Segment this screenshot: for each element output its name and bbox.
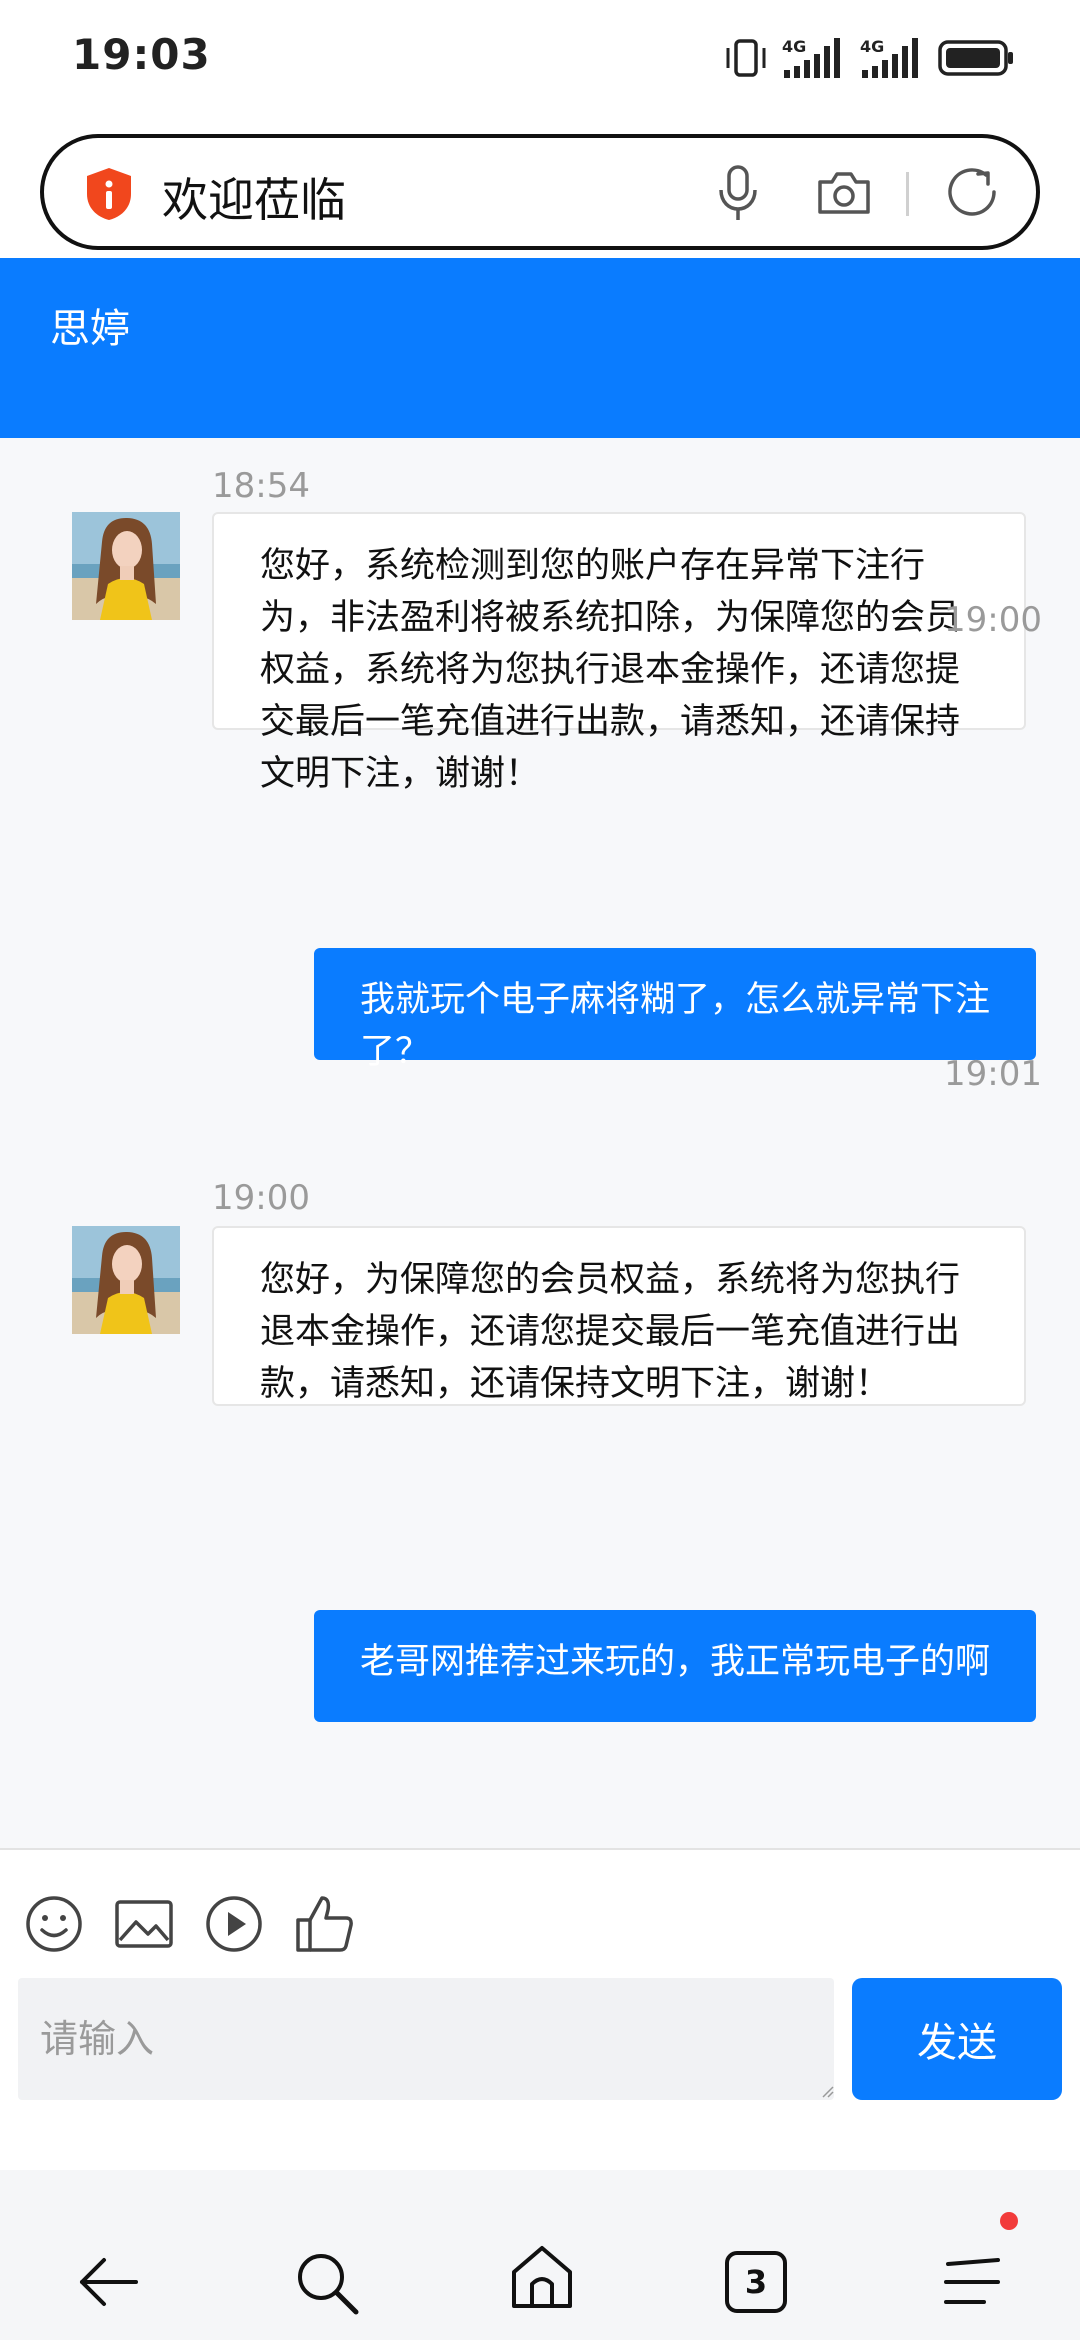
resize-grip-icon[interactable] — [822, 2086, 834, 2098]
signal-4g-icon-1: 4G — [782, 37, 840, 78]
address-divider — [906, 172, 909, 216]
message-list[interactable]: 18:54 您好，系统检测到您的账户存在异常下注行为，非法盈利将被系统扣除，为保… — [0, 438, 1080, 1848]
message-time: 19:01 — [944, 1054, 1042, 1094]
vibrate-icon — [726, 39, 766, 77]
back-arrow-icon[interactable] — [76, 2250, 140, 2314]
network-label-2: 4G — [860, 37, 884, 56]
avatar[interactable] — [72, 1226, 180, 1334]
notification-dot — [1000, 2212, 1018, 2230]
avatar-image — [72, 1226, 180, 1334]
contact-name: 思婷 — [50, 306, 130, 352]
home-icon[interactable] — [508, 2242, 576, 2310]
video-icon[interactable] — [204, 1894, 264, 1954]
signal-4g-icon-2: 4G — [860, 37, 918, 78]
avatar[interactable] — [72, 512, 180, 620]
microphone-icon[interactable] — [716, 164, 760, 224]
message-time: 19:00 — [944, 600, 1042, 640]
network-label-1: 4G — [782, 37, 806, 56]
browser-bottom-nav: 3 — [0, 2170, 1080, 2340]
page-title[interactable]: 欢迎莅临 — [162, 164, 346, 230]
status-icons: 4G 4G — [724, 36, 1016, 80]
tab-count: 3 — [744, 2263, 768, 2301]
message-bubble-outgoing[interactable]: 老哥网推荐过来玩的，我正常玩电子的啊 — [314, 1610, 1036, 1722]
browser-address-bar[interactable]: 欢迎莅临 — [40, 134, 1040, 250]
message-composer: 发送 — [0, 1848, 1080, 2170]
avatar-image — [72, 512, 180, 620]
refresh-icon[interactable] — [942, 162, 1002, 222]
message-time: 19:00 — [212, 1178, 310, 1218]
menu-icon[interactable] — [940, 2250, 1004, 2314]
camera-icon[interactable] — [816, 168, 872, 216]
chat-header: 思婷 — [0, 258, 1080, 438]
message-time: 18:54 — [212, 466, 310, 506]
message-input[interactable] — [18, 1978, 834, 2100]
emoji-icon[interactable] — [24, 1894, 84, 1954]
shield-security-icon[interactable] — [84, 166, 134, 222]
thumbs-up-icon[interactable] — [294, 1894, 356, 1954]
message-bubble-outgoing[interactable]: 我就玩个电子麻将糊了，怎么就异常下注了？ — [314, 948, 1036, 1072]
battery-icon — [938, 40, 1013, 76]
tabs-button[interactable]: 3 — [724, 2250, 788, 2314]
message-bubble-incoming[interactable]: 您好，系统检测到您的账户存在异常下注行为，非法盈利将被系统扣除，为保障您的会员权… — [212, 512, 1026, 794]
status-time: 19:03 — [72, 30, 211, 79]
image-icon[interactable] — [114, 1894, 174, 1954]
search-icon[interactable] — [294, 2250, 362, 2318]
message-bubble-incoming[interactable]: 您好，为保障您的会员权益，系统将为您执行退本金操作，还请您提交最后一笔充值进行出… — [212, 1226, 1026, 1406]
status-bar: 19:03 4G 4G — [0, 0, 1080, 120]
send-button[interactable]: 发送 — [852, 1978, 1062, 2100]
